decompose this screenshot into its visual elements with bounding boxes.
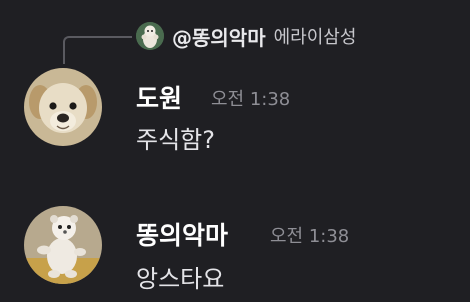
- message-timestamp: 오전 1:38: [270, 226, 350, 247]
- reply-preview[interactable]: @똥의악마 에라이삼성: [136, 20, 356, 52]
- message-content: 주식함?: [136, 126, 215, 154]
- message-content: 앙스타요: [136, 265, 225, 293]
- reply-avatar: [136, 22, 164, 50]
- reply-connector-line: [63, 36, 132, 64]
- plush-avatar-image: [24, 206, 102, 284]
- avatar[interactable]: [24, 206, 102, 284]
- reply-author[interactable]: @똥의악마: [172, 22, 266, 51]
- message-author[interactable]: 도원: [136, 79, 182, 115]
- dog-avatar-image: [24, 68, 102, 146]
- message-timestamp: 오전 1:38: [211, 89, 291, 110]
- message-author[interactable]: 똥의악마: [136, 216, 228, 252]
- reply-text[interactable]: 에라이삼성: [274, 23, 357, 49]
- avatar[interactable]: [24, 68, 102, 146]
